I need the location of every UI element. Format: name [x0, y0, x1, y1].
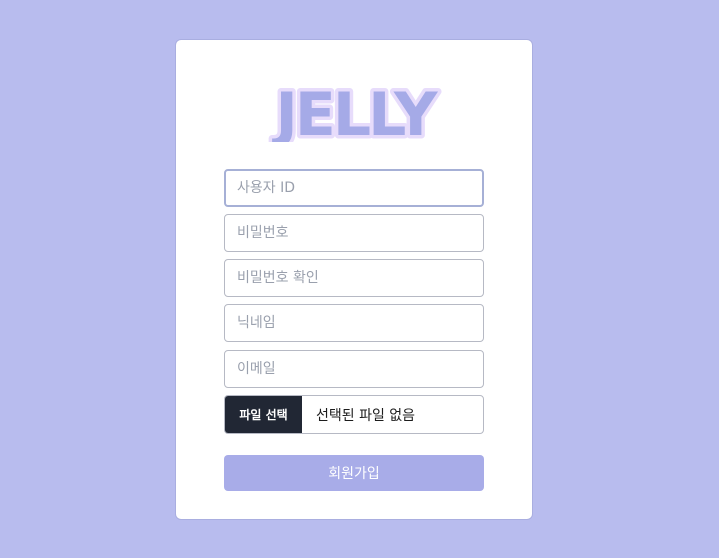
choose-file-button[interactable]: 파일 선택 — [225, 396, 302, 433]
jelly-logo: JELLY — [252, 82, 458, 142]
email-input[interactable] — [224, 350, 484, 388]
file-upload-field: 파일 선택 선택된 파일 없음 — [224, 395, 484, 434]
signup-card: JELLY 파일 선택 선택된 파일 없음 회원가입 — [175, 39, 533, 520]
nickname-input[interactable] — [224, 304, 484, 342]
password-confirm-input[interactable] — [224, 259, 484, 297]
password-input[interactable] — [224, 214, 484, 252]
logo-text: JELLY — [272, 82, 439, 142]
signup-button[interactable]: 회원가입 — [224, 455, 484, 491]
file-status-text: 선택된 파일 없음 — [316, 407, 416, 424]
user-id-input[interactable] — [224, 169, 484, 207]
